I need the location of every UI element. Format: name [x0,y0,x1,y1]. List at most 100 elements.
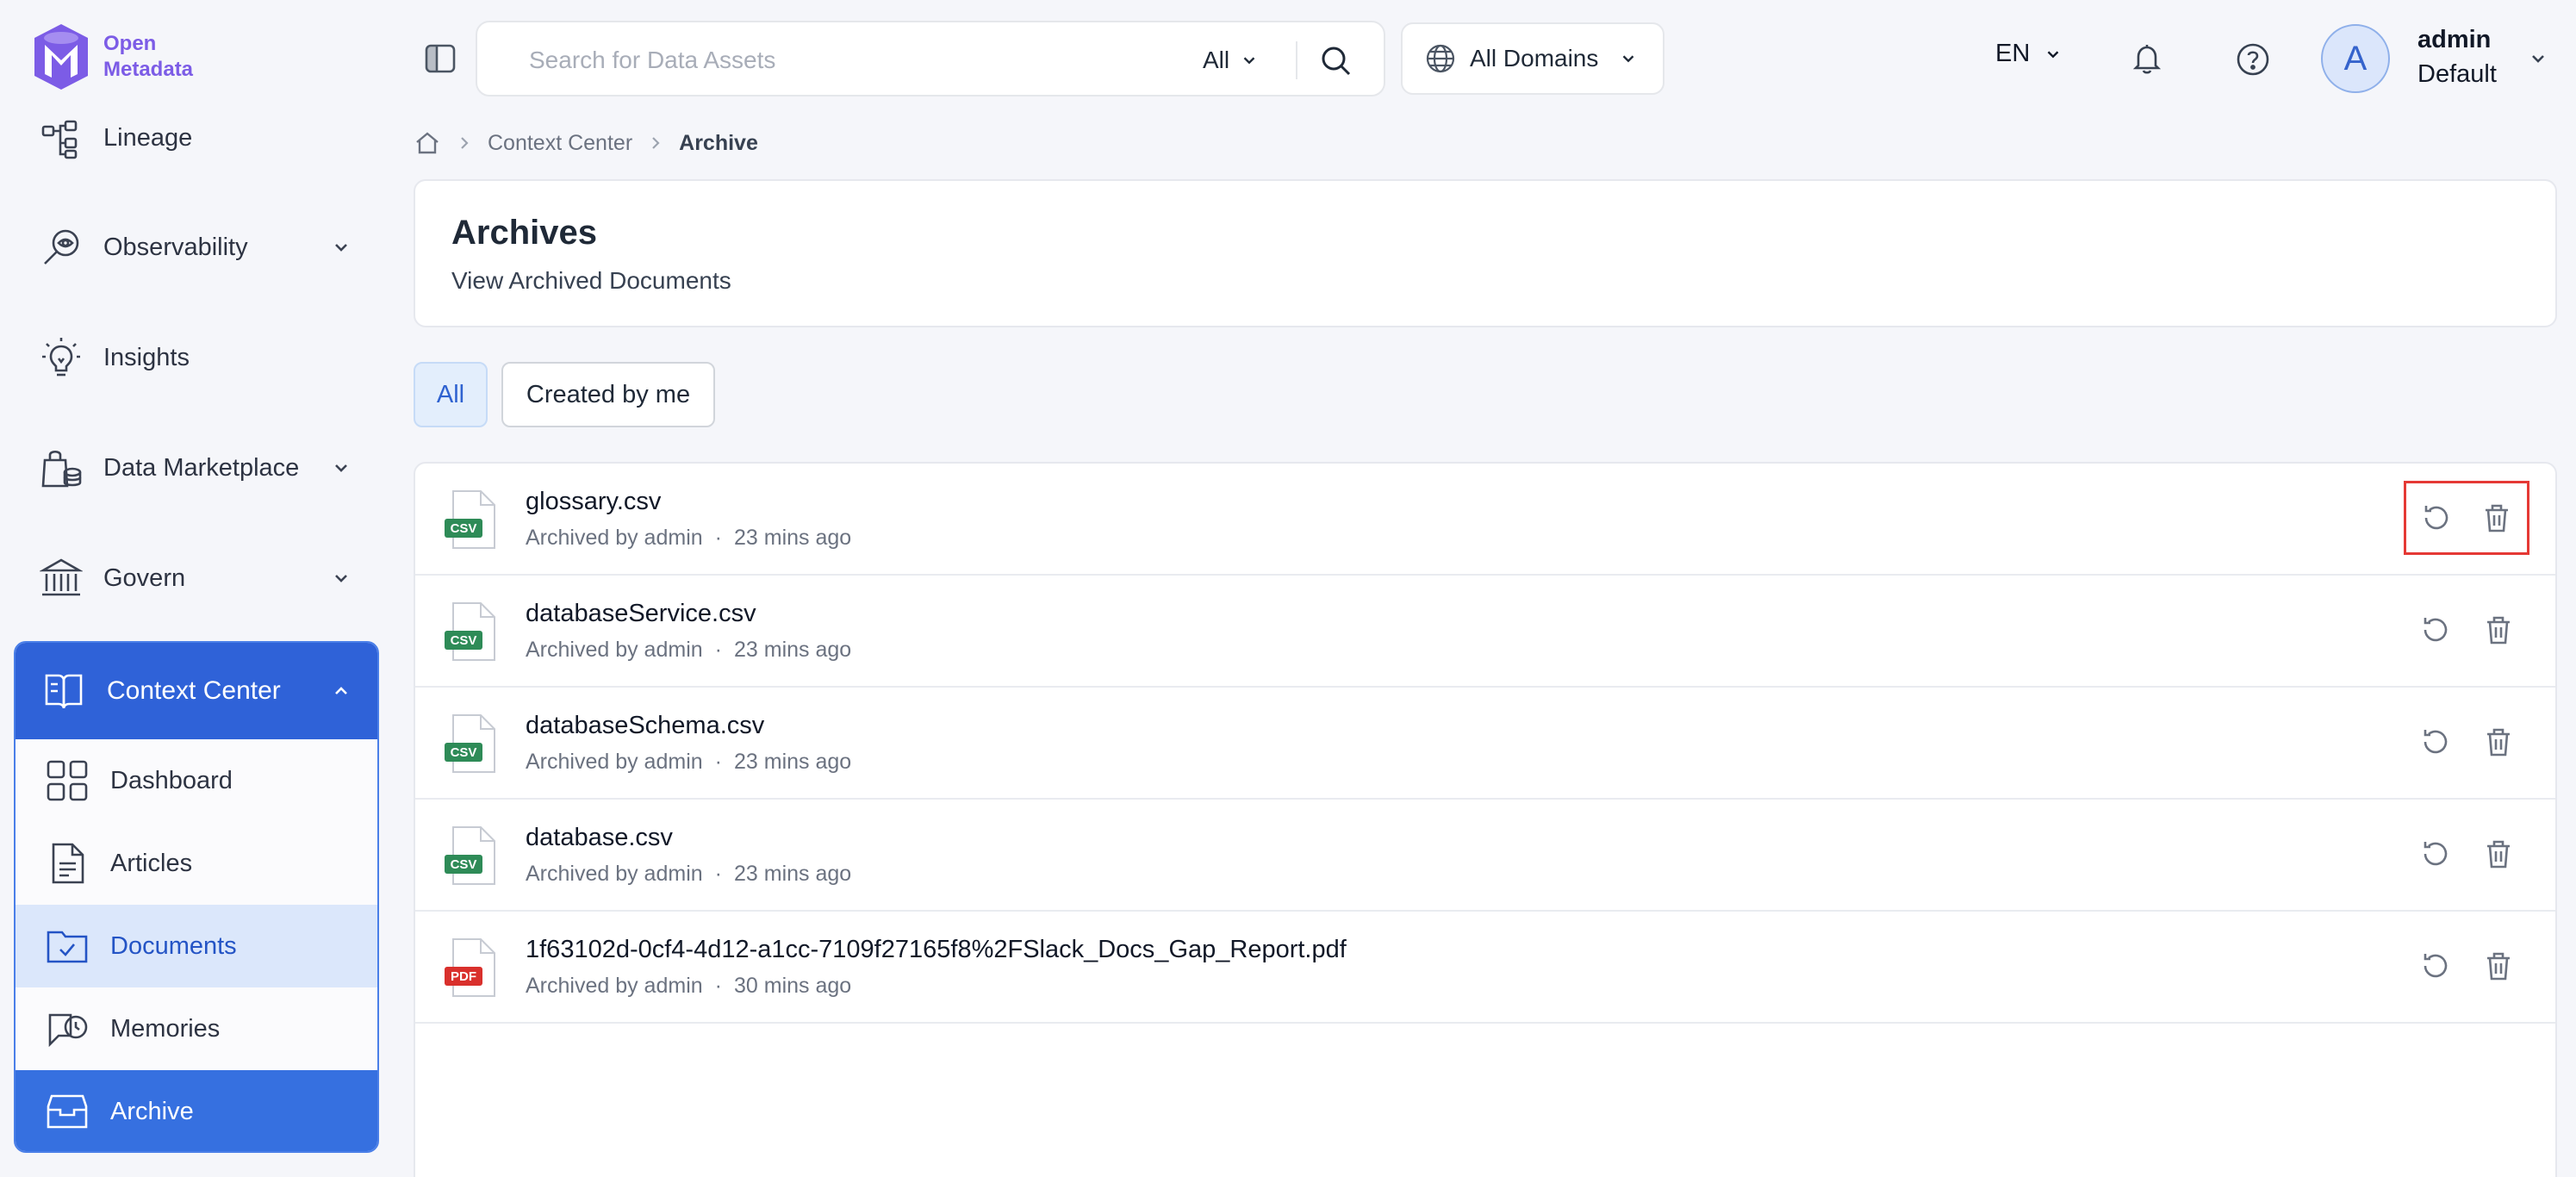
list-item[interactable]: PDF 1f63102d-0cf4-4d12-a1cc-7109f27165f8… [415,912,2555,1024]
marketplace-icon [41,450,82,488]
restore-icon[interactable] [2419,501,2454,535]
sidebar-subitem-label: Documents [110,931,237,960]
chevron-right-icon [461,137,469,149]
sidebar-item-observability[interactable]: Observability [16,200,377,295]
sidebar-item-label: Context Center [107,676,281,705]
list-item[interactable]: CSV databaseSchema.csv Archived by admin… [415,688,2555,800]
folder-check-icon [47,931,88,963]
sidebar-item-context-center[interactable]: Context Center [16,643,377,739]
file-name[interactable]: databaseSchema.csv [526,712,764,740]
list-item[interactable]: CSV database.csv Archived by admin · 23 … [415,800,2555,912]
avatar[interactable]: A [2321,24,2390,93]
sidebar-item-label: Insights [103,343,190,371]
filter-tab-all[interactable]: All [414,362,488,427]
language-label: EN [1995,40,2031,67]
file-meta: Archived by admin · 23 mins ago [526,862,851,887]
file-name[interactable]: database.csv [526,824,673,852]
sidebar-subitem-label: Dashboard [110,766,233,794]
archived-time: 30 mins ago [733,974,852,998]
restore-icon[interactable] [2418,949,2453,983]
separator-dot: · [714,974,722,998]
restore-icon[interactable] [2418,837,2453,871]
sidebar-subitem-archive[interactable]: Archive [16,1070,377,1151]
bell-icon[interactable] [2130,41,2164,76]
page-subtitle: View Archived Documents [451,267,731,294]
separator-dot: · [714,526,722,550]
file-name[interactable]: databaseService.csv [526,600,756,628]
sidebar-item-data-marketplace[interactable]: Data Marketplace [16,420,377,515]
sidebar-item-lineage[interactable]: Lineage [16,90,377,185]
file-type-label: PDF [451,969,476,984]
filter-tab-created-by-me[interactable]: Created by me [501,362,715,427]
archived-by: Archived by admin [526,974,703,998]
sidebar: Open Metadata Lineage Observability Insi… [0,0,396,1177]
sidebar-subitem-articles[interactable]: Articles [16,822,377,905]
lightbulb-icon [42,338,80,377]
archived-time: 23 mins ago [733,526,852,550]
archived-time: 23 mins ago [733,750,852,774]
row-actions [2404,593,2529,667]
sidebar-item-label: Lineage [103,123,193,152]
search-icon[interactable] [1318,43,1353,78]
language-selector[interactable]: EN [1995,40,2063,68]
trash-icon[interactable] [2481,613,2516,647]
lineage-icon [41,120,78,159]
sidebar-item-govern[interactable]: Govern [16,531,377,626]
file-name[interactable]: 1f63102d-0cf4-4d12-a1cc-7109f27165f8%2FS… [526,936,1347,964]
list-item[interactable]: CSV databaseService.csv Archived by admi… [415,576,2555,688]
sidebar-subitem-dashboard[interactable]: Dashboard [16,739,377,822]
app-logo[interactable]: Open Metadata [31,22,193,91]
file-type-label: CSV [451,521,477,536]
breadcrumb-current: Archive [679,130,758,155]
sidebar-subitem-memories[interactable]: Memories [16,987,377,1070]
user-team: Default [2417,60,2497,88]
trash-icon[interactable] [2480,501,2514,535]
csv-file-icon: CSV [445,602,495,661]
chevron-down-icon [1623,55,1634,63]
breadcrumb-link-context-center[interactable]: Context Center [488,131,632,156]
file-meta: Archived by admin · 30 mins ago [526,974,851,999]
sidebar-subitem-label: Archive [110,1097,194,1125]
trash-icon[interactable] [2481,949,2516,983]
search-divider [1296,41,1297,79]
page-header-card: Archives View Archived Documents [414,179,2557,327]
csv-file-icon: CSV [445,826,495,885]
sidebar-toggle-icon[interactable] [424,43,457,74]
sidebar-item-insights[interactable]: Insights [16,310,377,405]
domain-selector[interactable]: All Domains [1401,22,1664,95]
page-title: Archives [451,214,597,252]
trash-icon[interactable] [2481,837,2516,871]
row-actions [2404,481,2529,555]
chevron-up-icon [335,687,347,694]
chevron-right-icon [652,137,660,149]
pdf-file-icon: PDF [445,938,495,997]
help-icon[interactable] [2235,41,2271,78]
breadcrumb: Context Center Archive [414,128,758,159]
home-icon[interactable] [414,129,441,157]
archived-time: 23 mins ago [733,862,852,886]
search-input[interactable] [529,40,1132,81]
chevron-down-icon [2047,50,2059,58]
restore-icon[interactable] [2418,613,2453,647]
separator-dot: · [714,750,722,774]
file-meta: Archived by admin · 23 mins ago [526,526,851,551]
archived-documents-list: CSV glossary.csv Archived by admin · 23 … [414,462,2557,1177]
file-type-label: CSV [451,745,477,760]
chevron-down-icon[interactable] [2528,48,2548,69]
archived-by: Archived by admin [526,638,703,662]
search-filter-dropdown[interactable]: All [1203,40,1259,81]
row-actions [2404,817,2529,891]
globe-icon [1426,44,1455,73]
trash-icon[interactable] [2481,725,2516,759]
row-actions [2404,705,2529,779]
sidebar-subitem-documents[interactable]: Documents [16,905,377,987]
file-type-label: CSV [451,633,477,648]
restore-icon[interactable] [2418,725,2453,759]
user-name: admin [2417,26,2492,53]
document-icon [52,843,84,884]
search-filter-label: All [1203,47,1230,73]
list-item[interactable]: CSV glossary.csv Archived by admin · 23 … [415,464,2555,576]
file-name[interactable]: glossary.csv [526,488,661,516]
domain-selector-label: All Domains [1470,45,1599,72]
sidebar-subitem-label: Articles [110,849,193,877]
